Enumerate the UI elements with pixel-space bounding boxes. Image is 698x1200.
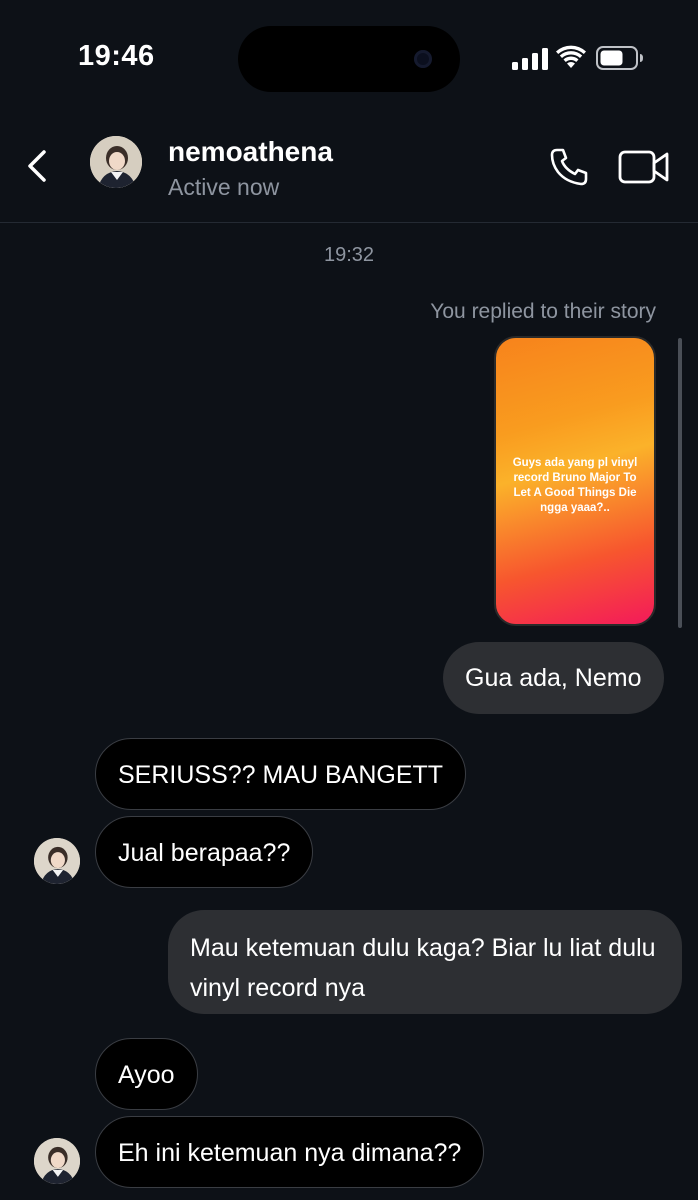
- back-button[interactable]: [22, 146, 56, 186]
- incoming-message[interactable]: Eh ini ketemuan nya dimana??: [95, 1116, 485, 1188]
- status-time: 19:46: [78, 40, 155, 72]
- incoming-message[interactable]: Ayoo: [95, 1038, 198, 1110]
- sender-avatar[interactable]: [34, 1138, 80, 1184]
- video-call-button[interactable]: [618, 148, 670, 186]
- front-camera-icon: [414, 50, 432, 68]
- video-camera-icon: [618, 150, 669, 184]
- story-reply-note: You replied to their story: [430, 300, 656, 323]
- dynamic-island: [238, 26, 460, 92]
- incoming-message[interactable]: Jual berapaa??: [95, 816, 314, 888]
- phone-icon: [550, 148, 588, 186]
- username[interactable]: nemoathena: [168, 136, 333, 168]
- chat-header: nemoathena Active now: [0, 110, 698, 223]
- call-button[interactable]: [548, 146, 590, 188]
- battery-icon: [596, 46, 643, 70]
- cellular-signal-icon: [512, 48, 548, 70]
- incoming-message[interactable]: SERIUSS?? MAU BANGETT: [95, 738, 467, 810]
- status-bar: 19:46: [0, 0, 698, 110]
- message-timestamp: 19:32: [323, 244, 375, 266]
- sender-avatar[interactable]: [34, 838, 80, 884]
- presence-status: Active now: [168, 174, 280, 200]
- avatar[interactable]: [90, 136, 142, 188]
- outgoing-message[interactable]: Gua ada, Nemo: [443, 642, 664, 714]
- story-text: Guys ada yang pl vinyl record Bruno Majo…: [512, 457, 638, 514]
- outgoing-message[interactable]: Mau ketemuan dulu kaga? Biar lu liat dul…: [168, 910, 682, 1014]
- scrollbar[interactable]: [678, 338, 682, 628]
- story-preview[interactable]: Guys ada yang pl vinyl record Bruno Majo…: [494, 336, 656, 626]
- chevron-left-icon: [28, 150, 46, 182]
- wifi-icon: [556, 45, 586, 68]
